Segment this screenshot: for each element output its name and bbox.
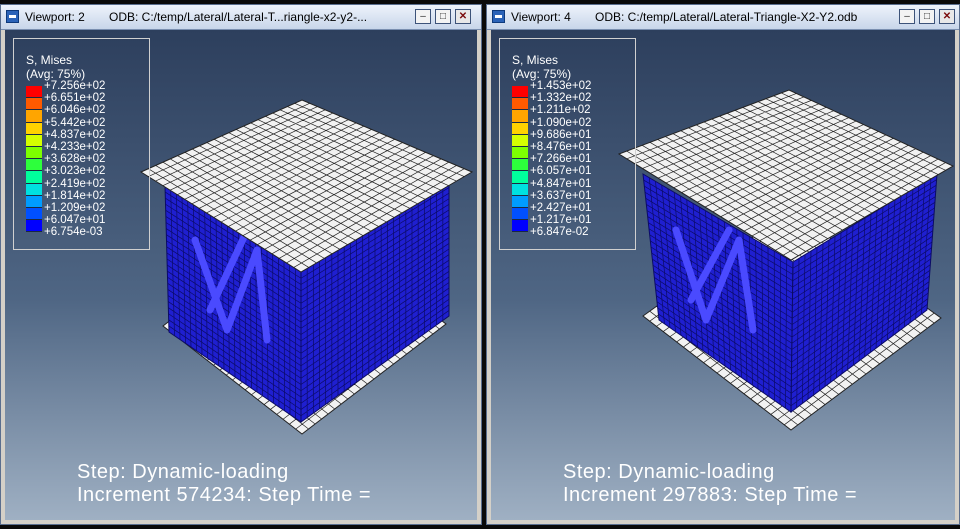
legend-color-swatch bbox=[512, 159, 528, 172]
legend-value: +6.047e+01 bbox=[44, 214, 106, 227]
legend-color-swatch bbox=[26, 110, 42, 123]
contour-legend[interactable]: S, Mises (Avg: 75%) +1.453e+02 +1.332e+0… bbox=[499, 38, 636, 250]
legend-value: +4.233e+02 bbox=[44, 140, 106, 153]
maximize-icon[interactable]: □ bbox=[919, 9, 935, 24]
minimize-icon[interactable]: – bbox=[415, 9, 431, 24]
legend-value: +3.628e+02 bbox=[44, 153, 106, 166]
legend-value: +1.090e+02 bbox=[530, 116, 592, 129]
legend-value: +6.046e+02 bbox=[44, 104, 106, 117]
legend-color-swatch bbox=[26, 195, 42, 208]
legend-value: +9.686e+01 bbox=[530, 128, 592, 141]
maximize-icon[interactable]: □ bbox=[435, 9, 451, 24]
legend-value: +4.847e+01 bbox=[530, 177, 592, 190]
viewport-label: Viewport: 2 bbox=[25, 10, 85, 24]
legend-value: +7.266e+01 bbox=[530, 153, 592, 166]
legend-color-swatch bbox=[512, 195, 528, 208]
legend-color-swatch bbox=[512, 146, 528, 160]
legend-color-swatch bbox=[26, 183, 42, 196]
legend-color-swatch bbox=[26, 171, 42, 184]
status-increment: Increment 574234: Step Time = bbox=[77, 484, 372, 506]
legend-value: +4.837e+02 bbox=[44, 128, 106, 141]
legend-color-swatch bbox=[512, 134, 528, 147]
legend-value: +8.476e+01 bbox=[530, 140, 592, 153]
legend-color-swatch bbox=[512, 183, 528, 196]
legend-value: +2.427e+01 bbox=[530, 201, 592, 214]
legend-color-ramp bbox=[26, 86, 42, 233]
legend-value: +6.651e+02 bbox=[44, 92, 106, 105]
status-step: Step: Dynamic-loading bbox=[77, 461, 289, 483]
legend-value: +6.754e-03 bbox=[44, 226, 103, 239]
legend-color-swatch bbox=[26, 220, 42, 233]
legend-value: +5.442e+02 bbox=[44, 116, 106, 129]
legend-value: +1.332e+02 bbox=[530, 92, 592, 105]
legend-title: S, Mises bbox=[512, 53, 559, 67]
legend-color-swatch bbox=[26, 207, 42, 221]
legend-value: +2.419e+02 bbox=[44, 177, 106, 190]
viewport-window-4[interactable]: Viewport: 4 ODB: C:/temp/Lateral/Lateral… bbox=[486, 4, 960, 525]
legend-color-swatch bbox=[512, 98, 528, 111]
legend-color-swatch bbox=[512, 220, 528, 233]
legend-value: +1.211e+02 bbox=[530, 104, 591, 117]
legend-color-swatch bbox=[512, 110, 528, 123]
legend-value: +1.209e+02 bbox=[44, 201, 106, 214]
legend-color-swatch bbox=[512, 207, 528, 221]
odb-path-label: ODB: C:/temp/Lateral/Lateral-Triangle-X2… bbox=[595, 10, 858, 24]
legend-color-swatch bbox=[512, 86, 528, 99]
window-system-icon[interactable] bbox=[6, 10, 19, 23]
legend-color-swatch bbox=[26, 86, 42, 99]
viewport-titlebar[interactable]: Viewport: 2 ODB: C:/temp/Lateral/Lateral… bbox=[1, 5, 481, 30]
minimize-icon[interactable]: – bbox=[899, 9, 915, 24]
legend-value: +3.637e+01 bbox=[530, 189, 592, 202]
legend-subtitle: (Avg: 75%) bbox=[26, 67, 86, 81]
legend-color-swatch bbox=[26, 146, 42, 160]
window-system-icon[interactable] bbox=[492, 10, 505, 23]
odb-path-label: ODB: C:/temp/Lateral/Lateral-T...riangle… bbox=[109, 10, 368, 24]
legend-value: +1.453e+02 bbox=[530, 80, 592, 92]
legend-subtitle: (Avg: 75%) bbox=[512, 67, 572, 81]
legend-values: +1.453e+02 +1.332e+02 +1.211e+02 +1.090e… bbox=[530, 80, 591, 238]
legend-color-swatch bbox=[512, 122, 528, 135]
legend-values: +7.256e+02 +6.651e+02 +6.046e+02 +5.442e… bbox=[44, 80, 105, 238]
legend-value: +6.847e-02 bbox=[530, 226, 589, 239]
close-icon[interactable]: ✕ bbox=[455, 9, 471, 24]
legend-color-swatch bbox=[512, 171, 528, 184]
viewport-titlebar[interactable]: Viewport: 4 ODB: C:/temp/Lateral/Lateral… bbox=[487, 5, 959, 30]
status-increment: Increment 297883: Step Time = bbox=[563, 484, 858, 506]
legend-value: +1.814e+02 bbox=[44, 189, 106, 202]
legend-color-ramp bbox=[512, 86, 528, 233]
viewport-window-2[interactable]: Viewport: 2 ODB: C:/temp/Lateral/Lateral… bbox=[0, 4, 482, 525]
viewport-canvas[interactable]: S, Mises (Avg: 75%) +7.256e+02 +6.651e+0… bbox=[5, 30, 477, 520]
legend-title: S, Mises bbox=[26, 53, 73, 67]
status-step: Step: Dynamic-loading bbox=[563, 461, 775, 483]
legend-color-swatch bbox=[26, 98, 42, 111]
viewport-label: Viewport: 4 bbox=[511, 10, 571, 24]
legend-color-swatch bbox=[26, 134, 42, 147]
legend-value: +3.023e+02 bbox=[44, 165, 106, 178]
legend-color-swatch bbox=[26, 159, 42, 172]
legend-value: +7.256e+02 bbox=[44, 80, 106, 92]
legend-value: +6.057e+01 bbox=[530, 165, 592, 178]
legend-color-swatch bbox=[26, 122, 42, 135]
viewport-canvas[interactable]: S, Mises (Avg: 75%) +1.453e+02 +1.332e+0… bbox=[491, 30, 955, 520]
legend-value: +1.217e+01 bbox=[530, 214, 592, 227]
contour-legend[interactable]: S, Mises (Avg: 75%) +7.256e+02 +6.651e+0… bbox=[13, 38, 150, 250]
close-icon[interactable]: ✕ bbox=[939, 9, 955, 24]
